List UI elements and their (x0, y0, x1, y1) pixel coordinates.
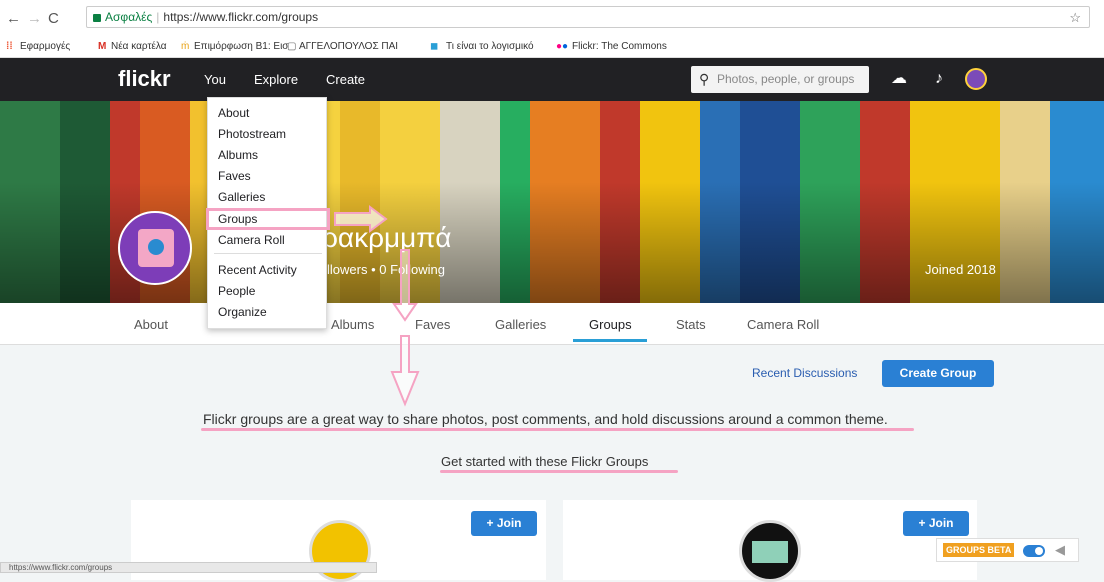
join-button[interactable]: + Join (471, 511, 537, 536)
arrow-right-annotation (334, 205, 388, 233)
create-group-button[interactable]: Create Group (882, 360, 994, 387)
arrow-down-annotation-1 (392, 249, 418, 322)
groups-beta-widget: GROUPS BETA ◀ (936, 538, 1079, 562)
get-started-underline-annotation (440, 470, 678, 473)
browser-status-bar: https://www.flickr.com/groups (0, 562, 377, 573)
recent-discussions-link[interactable]: Recent Discussions (752, 366, 857, 380)
arrow-down-annotation-2 (390, 335, 420, 407)
get-started-heading: Get started with these Flickr Groups (441, 454, 649, 469)
groups-beta-badge: GROUPS BETA (943, 543, 1015, 557)
groups-intro-text: Flickr groups are a great way to share p… (203, 411, 888, 427)
intro-underline-annotation (201, 428, 914, 431)
annotation-arrows (334, 205, 420, 407)
join-button[interactable]: + Join (903, 511, 969, 536)
megaphone-icon[interactable]: ◀ (1055, 542, 1065, 558)
beta-toggle[interactable] (1023, 545, 1045, 557)
